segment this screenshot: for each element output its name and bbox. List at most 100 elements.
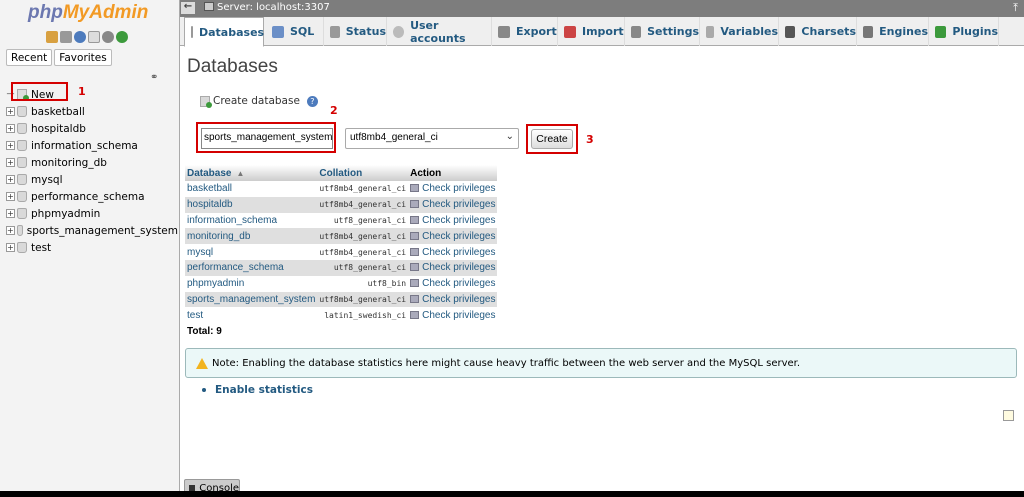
statistics-notice: Note: Enabling the database statistics h… bbox=[185, 348, 1017, 378]
docs-icon[interactable] bbox=[88, 31, 100, 43]
database-link[interactable]: test bbox=[185, 307, 317, 323]
tree-item-performance-schema[interactable]: +performance_schema bbox=[6, 188, 178, 205]
collation-select[interactable]: utf8mb4_general_ci ⌄ bbox=[345, 128, 519, 149]
database-link[interactable]: hospitaldb bbox=[185, 197, 317, 213]
bullet-icon bbox=[202, 388, 206, 392]
privileges-icon bbox=[410, 263, 419, 271]
tree-item-sports-management-system[interactable]: +sports_management_system bbox=[6, 222, 178, 239]
enable-statistics-link[interactable]: Enable statistics bbox=[215, 384, 313, 396]
database-icon bbox=[17, 123, 27, 134]
database-link[interactable]: phpmyadmin bbox=[185, 276, 317, 292]
sql-icon bbox=[272, 26, 284, 38]
collation-cell: utf8mb4_general_ci bbox=[317, 292, 408, 308]
tree-item-information-schema[interactable]: +information_schema bbox=[6, 137, 178, 154]
tree-item-mysql[interactable]: +mysql bbox=[6, 171, 178, 188]
header-database[interactable]: Database▲ bbox=[185, 165, 317, 181]
create-button[interactable]: Create bbox=[531, 129, 573, 149]
tab-charsets[interactable]: Charsets bbox=[779, 17, 857, 46]
database-name-input[interactable]: sports_management_system bbox=[201, 128, 333, 149]
taskbar-edge bbox=[0, 491, 1024, 497]
tab-engines[interactable]: Engines bbox=[857, 17, 929, 46]
database-link[interactable]: information_schema bbox=[185, 213, 317, 229]
expand-icon[interactable]: + bbox=[6, 141, 15, 150]
expand-icon[interactable]: + bbox=[6, 158, 15, 167]
expand-icon[interactable]: + bbox=[6, 226, 15, 235]
settings-icon[interactable] bbox=[102, 31, 114, 43]
reload-icon[interactable] bbox=[116, 31, 128, 43]
collation-cell: latin1_swedish_ci bbox=[317, 307, 408, 323]
check-privileges-link[interactable]: Check privileges bbox=[408, 307, 497, 323]
tree-item-phpmyadmin[interactable]: +phpmyadmin bbox=[6, 205, 178, 222]
server-breadcrumb[interactable]: Server: localhost:3307 bbox=[204, 2, 330, 13]
database-icon bbox=[191, 26, 193, 38]
table-row: test latin1_swedish_ci Check privileges bbox=[185, 307, 497, 323]
check-privileges-link[interactable]: Check privileges bbox=[408, 213, 497, 229]
tab-import[interactable]: Import bbox=[558, 17, 625, 46]
navigation-sidebar: phpMyAdmin Recent Favorites ⚭ —New +bask… bbox=[0, 0, 180, 497]
tab-user-accounts[interactable]: User accounts bbox=[387, 17, 492, 46]
expand-icon[interactable]: + bbox=[6, 209, 15, 218]
database-icon bbox=[17, 106, 27, 117]
table-row: sports_management_system utf8mb4_general… bbox=[185, 292, 497, 308]
tab-settings[interactable]: Settings bbox=[625, 17, 700, 46]
expand-icon[interactable]: + bbox=[6, 107, 15, 116]
collation-cell: utf8mb4_general_ci bbox=[317, 181, 408, 197]
plugins-icon bbox=[935, 26, 946, 38]
table-row: monitoring_db utf8mb4_general_ci Check p… bbox=[185, 228, 497, 244]
users-icon bbox=[393, 26, 404, 38]
check-privileges-link[interactable]: Check privileges bbox=[408, 276, 497, 292]
database-link[interactable]: basketball bbox=[185, 181, 317, 197]
total-count: Total: 9 bbox=[185, 323, 497, 339]
expand-icon[interactable]: + bbox=[6, 175, 15, 184]
tree-item-basketball[interactable]: +basketball bbox=[6, 103, 178, 120]
help-icon[interactable] bbox=[74, 31, 86, 43]
database-icon bbox=[17, 225, 23, 236]
favorites-tab[interactable]: Favorites bbox=[54, 49, 111, 66]
maximize-icon[interactable]: ⤒ bbox=[1013, 1, 1018, 15]
database-icon bbox=[17, 208, 27, 219]
database-icon bbox=[17, 157, 27, 168]
database-link[interactable]: mysql bbox=[185, 244, 317, 260]
expand-icon[interactable]: + bbox=[6, 243, 15, 252]
logout-icon[interactable] bbox=[60, 31, 72, 43]
phpmyadmin-logo[interactable]: phpMyAdmin bbox=[28, 2, 148, 24]
help-icon[interactable]: ? bbox=[307, 96, 318, 107]
expand-icon[interactable]: + bbox=[6, 192, 15, 201]
privileges-icon bbox=[410, 279, 419, 287]
tab-status[interactable]: Status bbox=[324, 17, 387, 46]
engines-icon bbox=[863, 26, 873, 38]
database-link[interactable]: monitoring_db bbox=[185, 228, 317, 244]
database-link[interactable]: sports_management_system bbox=[185, 292, 317, 308]
export-icon bbox=[498, 26, 510, 38]
check-privileges-link[interactable]: Check privileges bbox=[408, 292, 497, 308]
tab-plugins[interactable]: Plugins bbox=[929, 17, 999, 46]
check-privileges-link[interactable]: Check privileges bbox=[408, 181, 497, 197]
check-privileges-link[interactable]: Check privileges bbox=[408, 197, 497, 213]
privileges-icon bbox=[410, 216, 419, 224]
collation-cell: utf8_general_ci bbox=[317, 213, 408, 229]
create-database-heading: Create database ? bbox=[200, 95, 318, 107]
tab-sql[interactable]: SQL bbox=[266, 17, 324, 46]
recent-tab[interactable]: Recent bbox=[6, 49, 52, 66]
edit-page-icon[interactable] bbox=[1003, 410, 1014, 421]
check-privileges-link[interactable]: Check privileges bbox=[408, 244, 497, 260]
collapse-sidebar-button[interactable]: ← bbox=[181, 2, 195, 14]
check-privileges-link[interactable]: Check privileges bbox=[408, 228, 497, 244]
expand-icon[interactable]: + bbox=[6, 124, 15, 133]
tab-variables[interactable]: Variables bbox=[700, 17, 779, 46]
wrench-icon bbox=[631, 26, 641, 38]
tree-item-monitoring-db[interactable]: +monitoring_db bbox=[6, 154, 178, 171]
privileges-icon bbox=[410, 311, 419, 319]
home-icon[interactable] bbox=[46, 31, 58, 43]
tree-item-hospitaldb[interactable]: +hospitaldb bbox=[6, 120, 178, 137]
link-icon[interactable]: ⚭ bbox=[150, 72, 158, 83]
main-content: Databases Create database ? 2 sports_man… bbox=[180, 46, 1024, 497]
tab-export[interactable]: Export bbox=[492, 17, 558, 46]
tab-databases[interactable]: Databases bbox=[184, 17, 264, 47]
chevron-down-icon: ⌄ bbox=[506, 131, 514, 142]
check-privileges-link[interactable]: Check privileges bbox=[408, 260, 497, 276]
header-collation[interactable]: Collation bbox=[317, 165, 408, 181]
table-row: phpmyadmin utf8_bin Check privileges bbox=[185, 276, 497, 292]
tree-item-test[interactable]: +test bbox=[6, 239, 178, 256]
database-link[interactable]: performance_schema bbox=[185, 260, 317, 276]
